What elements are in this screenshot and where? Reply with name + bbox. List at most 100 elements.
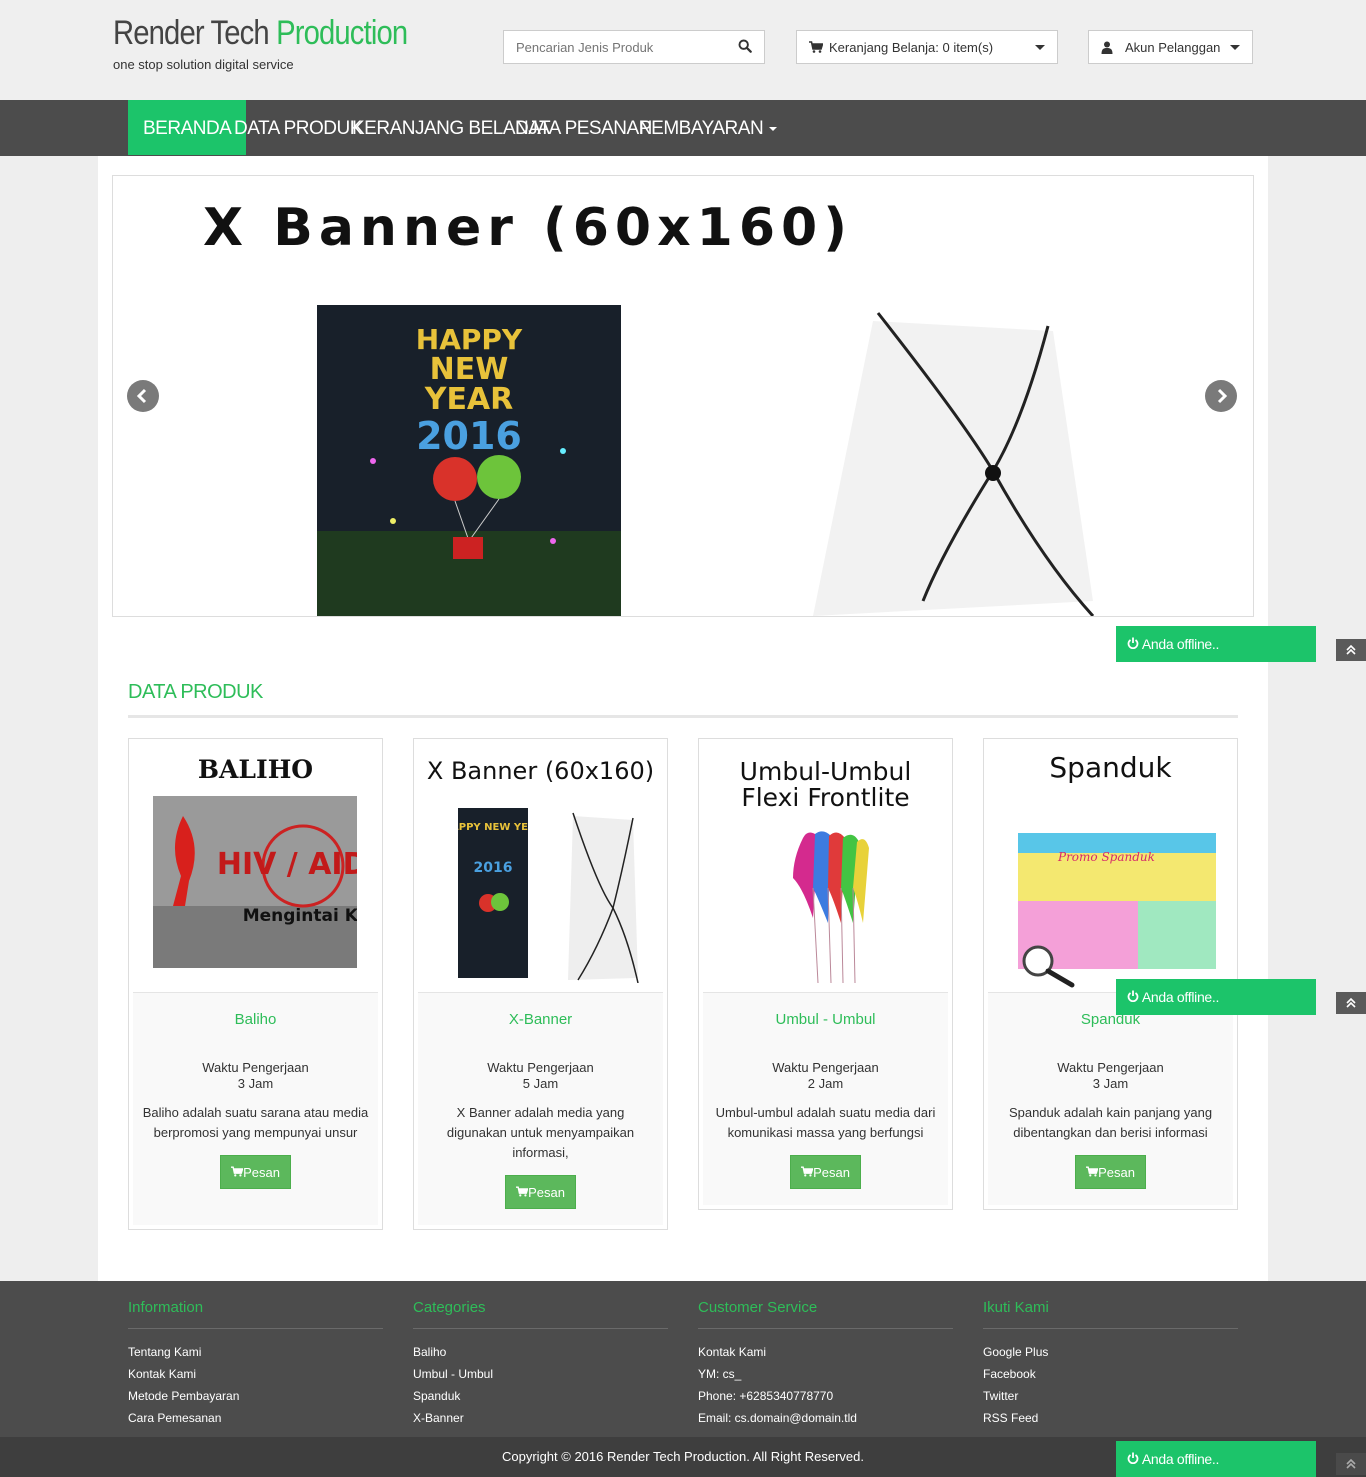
footer-link[interactable]: Baliho (413, 1341, 668, 1363)
main-content: X Banner (60x160) HAPPY NEW YEAR 2016 DA… (98, 156, 1268, 1281)
footer-link[interactable]: RSS Feed (983, 1407, 1238, 1429)
footer-column-customer-service: Customer Service Kontak Kami YM: cs_ Pho… (698, 1299, 953, 1429)
order-button-label: Pesan (813, 1165, 850, 1180)
x-stand-image (568, 812, 639, 983)
product-image-title: Spanduk (1049, 751, 1172, 784)
chat-offline-label: Anda offline.. (1141, 1451, 1220, 1467)
main-nav: BERANDA DATA PRODUK KERANJANG BELANJA DA… (0, 100, 1366, 156)
footer-text: Phone: +6285340778770 (698, 1389, 834, 1403)
product-description: Umbul-umbul adalah suatu media dari komu… (715, 1105, 936, 1140)
chat-offline-label: Anda offline.. (1141, 989, 1220, 1005)
product-name[interactable]: Umbul - Umbul (711, 1011, 940, 1028)
baliho-poster: HIV / AIDS Mengintai Kita (153, 796, 357, 968)
caret-down-icon (769, 126, 778, 131)
site-footer: Information Tentang Kami Kontak Kami Met… (0, 1281, 1366, 1437)
cart-icon (231, 1166, 244, 1177)
xbanner-poster: HAPPY NEW YEAR 2016 (458, 808, 528, 978)
product-description: Spanduk adalah kain panjang yang dibenta… (1008, 1105, 1213, 1140)
search-input[interactable] (504, 31, 724, 63)
footer-link[interactable]: Umbul - Umbul (413, 1363, 668, 1385)
chat-offline-button[interactable]: Anda offline.. (1116, 979, 1316, 1015)
chat-offline-label: Anda offline.. (1141, 636, 1220, 652)
product-name[interactable]: Baliho (141, 1011, 370, 1028)
chat-offline-button[interactable]: Anda offline.. (1116, 626, 1316, 662)
footer-link[interactable]: Google Plus (983, 1341, 1238, 1363)
footer-column-title: Information (128, 1299, 383, 1329)
chevron-left-icon (136, 388, 147, 404)
double-chevron-up-icon (1346, 644, 1356, 655)
xbanner-poster-headline: HAPPY NEW YEAR (458, 822, 528, 833)
cart-label: Keranjang Belanja: 0 item(s) (829, 39, 994, 55)
account-dropdown[interactable]: Akun Pelanggan (1088, 30, 1253, 64)
order-button-label: Pesan (243, 1165, 280, 1180)
cart-icon (516, 1186, 529, 1197)
search-icon[interactable] (738, 39, 752, 53)
footer-column-categories: Categories Baliho Umbul - Umbul Spanduk … (413, 1299, 668, 1429)
nav-item-pembayaran[interactable]: PEMBAYARAN (624, 100, 792, 155)
cart-icon (809, 41, 823, 53)
product-description: Baliho adalah suatu sarana atau media be… (142, 1105, 369, 1140)
work-time-label: Waktu Pengerjaan (202, 1060, 309, 1075)
footer-link[interactable]: Kontak Kami (128, 1363, 383, 1385)
spanduk-poster-headline: Promo Spanduk (1057, 850, 1155, 864)
work-time-value: 5 Jam (522, 1076, 559, 1091)
product-card: BALIHO HIV / AIDS Mengintai Kita Baliho … (128, 738, 383, 1230)
footer-link[interactable]: X-Banner (413, 1407, 668, 1429)
poster-line-4: 2016 (416, 414, 522, 458)
cart-dropdown[interactable]: Keranjang Belanja: 0 item(s) (796, 30, 1058, 64)
product-card: Spanduk Promo Spanduk Spanduk Waktu Peng… (983, 738, 1238, 1210)
footer-column-title: Customer Service (698, 1299, 953, 1329)
footer-link[interactable]: Twitter (983, 1385, 1238, 1407)
footer-link[interactable]: Cara Pemesanan (128, 1407, 383, 1429)
order-button-label: Pesan (1098, 1165, 1135, 1180)
footer-column-title: Categories (413, 1299, 668, 1329)
baliho-poster-headline: HIV / AIDS (217, 847, 357, 882)
brand-title[interactable]: Render Tech Production (113, 14, 408, 53)
footer-link[interactable]: Tentang Kami (128, 1341, 383, 1363)
product-image[interactable]: X Banner (60x160) HAPPY NEW YEAR 2016 (418, 743, 663, 993)
xbanner-poster-year: 2016 (474, 860, 513, 876)
footer-link[interactable]: Spanduk (413, 1385, 668, 1407)
umbul-flags-image (793, 831, 869, 984)
footer-column-social: Ikuti Kami Google Plus Facebook Twitter … (983, 1299, 1238, 1429)
slider-prev-button[interactable] (127, 380, 159, 412)
product-description: X Banner adalah media yang digunakan unt… (446, 1105, 635, 1160)
section-title: DATA PRODUK (128, 681, 263, 703)
account-label: Akun Pelanggan (1125, 39, 1221, 55)
order-button[interactable]: Pesan (790, 1155, 861, 1189)
product-image[interactable]: Spanduk Promo Spanduk (988, 743, 1233, 993)
order-button[interactable]: Pesan (1075, 1155, 1146, 1189)
image-slider[interactable]: X Banner (60x160) HAPPY NEW YEAR 2016 (112, 175, 1254, 617)
order-button[interactable]: Pesan (505, 1175, 576, 1209)
order-button-label: Pesan (528, 1185, 565, 1200)
footer-link[interactable]: Metode Pembayaran (128, 1385, 383, 1407)
power-icon (1127, 1452, 1139, 1465)
scroll-top-button[interactable] (1336, 1453, 1366, 1475)
product-name[interactable]: X-Banner (426, 1011, 655, 1028)
product-image[interactable]: Umbul-Umbul Flexi Frontlite (703, 743, 948, 993)
product-card-body: Baliho Waktu Pengerjaan 3 Jam Baliho ada… (133, 993, 378, 1225)
site-header: Render Tech Production one stop solution… (0, 0, 1366, 100)
product-image[interactable]: BALIHO HIV / AIDS Mengintai Kita (133, 743, 378, 993)
scroll-top-button[interactable] (1336, 992, 1366, 1014)
slider-next-button[interactable] (1205, 380, 1237, 412)
brand-title-main: Render Tech (113, 14, 270, 52)
footer-link[interactable]: Facebook (983, 1363, 1238, 1385)
brand-title-accent: Production (276, 14, 408, 52)
search-box (503, 30, 765, 64)
work-time-value: 2 Jam (807, 1076, 844, 1091)
product-image-title-line-1: Umbul-Umbul (739, 757, 912, 786)
footer-link[interactable]: Kontak Kami (698, 1341, 953, 1363)
brand[interactable]: Render Tech Production one stop solution… (113, 14, 455, 72)
chevron-down-icon (1035, 45, 1045, 50)
brand-tagline: one stop solution digital service (113, 57, 294, 72)
x-stand-image (813, 312, 1095, 616)
footer-column-information: Information Tentang Kami Kontak Kami Met… (128, 1299, 383, 1429)
order-button[interactable]: Pesan (220, 1155, 291, 1189)
product-image-title: Umbul-Umbul Flexi Frontlite (703, 759, 948, 811)
poster-line-3: YEAR (424, 382, 514, 417)
product-image-title: BALIHO (197, 755, 314, 784)
footer-text: Email: cs.domain@domain.tld (698, 1411, 857, 1425)
scroll-top-button[interactable] (1336, 639, 1366, 661)
chat-offline-button[interactable]: Anda offline.. (1116, 1441, 1316, 1477)
